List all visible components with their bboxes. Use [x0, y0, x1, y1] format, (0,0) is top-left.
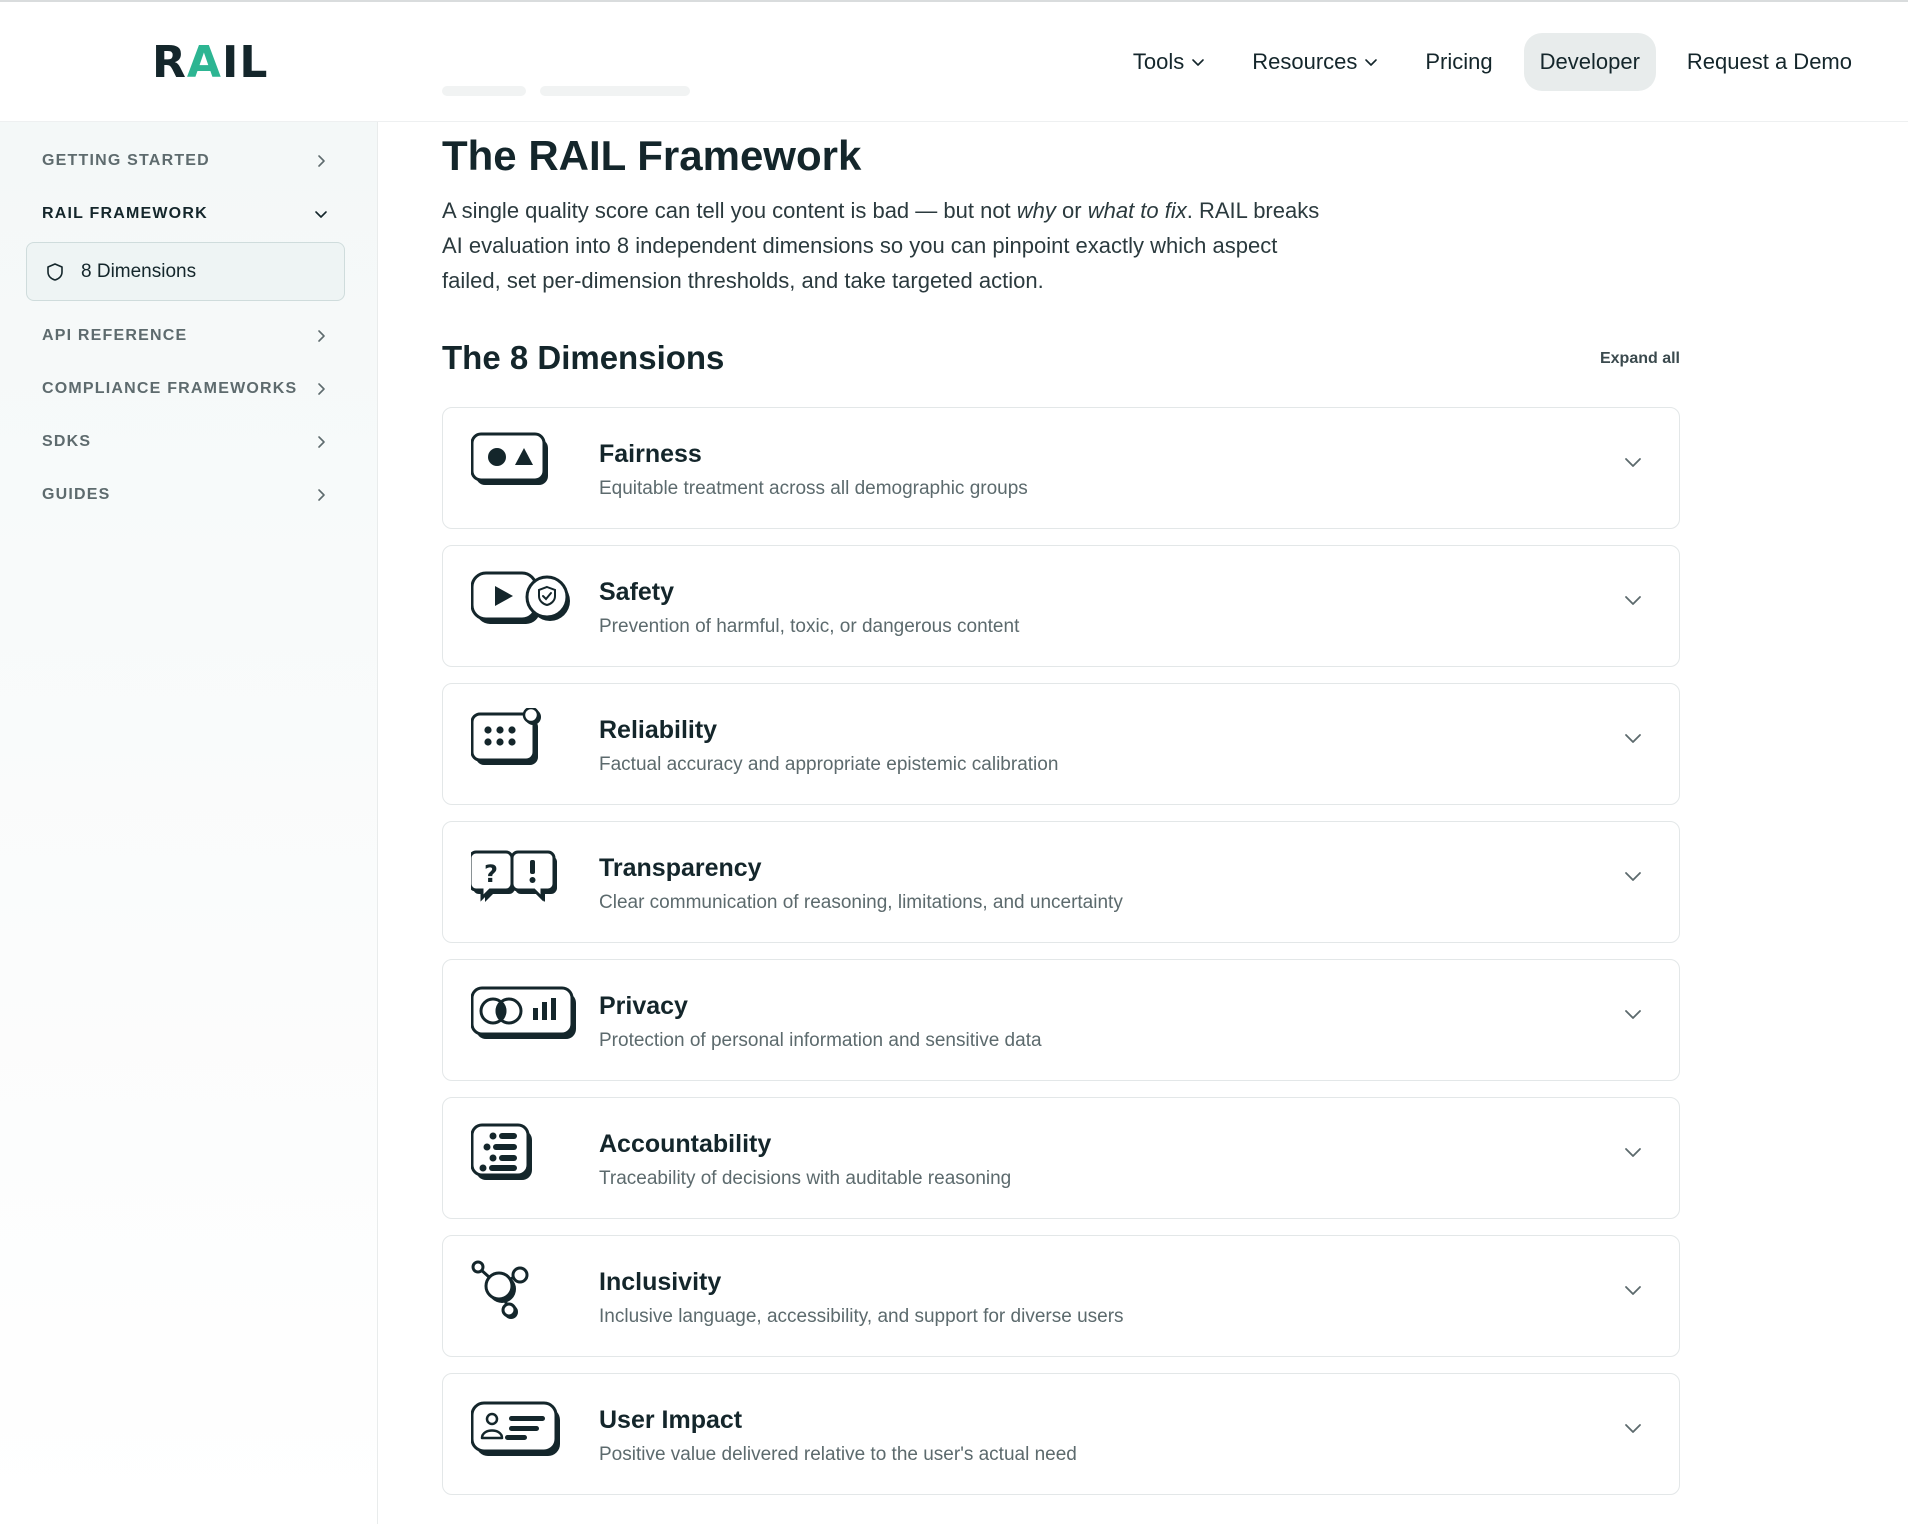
dimension-name: Reliability [599, 716, 718, 744]
dimension-card-accountability[interactable]: Accountability Traceability of decisions… [442, 1097, 1680, 1219]
dimension-card-privacy[interactable]: Privacy Protection of personal informati… [442, 959, 1680, 1081]
docs-sidebar: GETTING STARTED RAIL FRAMEWORK 8 Dimensi… [0, 122, 378, 1524]
nav-tools[interactable]: Tools [1117, 33, 1221, 91]
dimension-card-inclusivity[interactable]: Inclusivity Inclusive language, accessib… [442, 1235, 1680, 1357]
chevron-down-icon [1364, 55, 1378, 69]
sidebar-item-api-reference[interactable]: API REFERENCE [42, 321, 332, 351]
svg-text:?: ? [484, 860, 498, 888]
page-title: The RAIL Framework [442, 132, 862, 179]
chevron-down-icon[interactable] [1621, 450, 1645, 474]
nav-resources[interactable]: Resources [1236, 33, 1394, 91]
faded-breadcrumb [442, 86, 702, 102]
sidebar-item-getting-started[interactable]: GETTING STARTED [42, 146, 332, 176]
chevron-down-icon[interactable] [1621, 1002, 1645, 1026]
chevron-down-icon[interactable] [1621, 1140, 1645, 1164]
chevron-down-icon [314, 207, 328, 221]
dimension-name: Inclusivity [599, 1268, 722, 1296]
dimension-description: Prevention of harmful, toxic, or dangero… [599, 616, 1020, 637]
dimension-card-reliability[interactable]: Reliability Factual accuracy and appropr… [442, 683, 1680, 805]
sidebar-item-compliance-frameworks[interactable]: COMPLIANCE FRAMEWORKS [42, 374, 332, 404]
nav-request-demo[interactable]: Request a Demo [1671, 33, 1868, 91]
dimension-description: Protection of personal information and s… [599, 1030, 1042, 1051]
nav-developer[interactable]: Developer [1523, 33, 1656, 91]
chevron-right-icon [314, 382, 328, 396]
site-header: R A IL Tools Resources Pricing Developer R… [0, 2, 1908, 122]
dimension-description: Clear communication of reasoning, limita… [599, 892, 1123, 913]
chevron-right-icon [314, 435, 328, 449]
dimension-card-user-impact[interactable]: User Impact Positive value delivered rel… [442, 1373, 1680, 1495]
chevron-right-icon [314, 154, 328, 168]
chevron-right-icon [314, 488, 328, 502]
dimension-name: Accountability [599, 1130, 772, 1158]
rail-logo[interactable]: R A IL [152, 41, 268, 85]
expand-all-button[interactable]: Expand all [1600, 348, 1680, 370]
molecule-icon [471, 1260, 581, 1330]
dimension-name: Fairness [599, 440, 702, 468]
dimension-description: Equitable treatment across all demograph… [599, 478, 1028, 499]
dimension-card-fairness[interactable]: Fairness Equitable treatment across all … [442, 407, 1680, 529]
sidebar-item-rail-framework[interactable]: RAIL FRAMEWORK [42, 199, 332, 229]
chevron-down-icon[interactable] [1621, 1278, 1645, 1302]
chevron-down-icon[interactable] [1621, 726, 1645, 750]
dimension-description: Traceability of decisions with auditable… [599, 1168, 1012, 1189]
shield-icon [45, 262, 65, 282]
main-nav: Tools Resources Pricing Developer Reques… [1102, 32, 1868, 92]
user-card-icon [470, 1398, 581, 1468]
dimension-name: Privacy [599, 992, 688, 1020]
keypad-icon [470, 706, 581, 778]
sidebar-item-sdks[interactable]: SDKS [42, 427, 332, 457]
list-icon [470, 1122, 581, 1192]
dimension-name: Safety [599, 578, 675, 606]
chevron-down-icon [1191, 55, 1205, 69]
dimension-name: Transparency [599, 854, 762, 882]
chevron-down-icon[interactable] [1621, 864, 1645, 888]
dimension-card-transparency[interactable]: ? Transparency Clear communication of re… [442, 821, 1680, 943]
play-shield-icon [470, 570, 581, 640]
chevron-down-icon[interactable] [1621, 1416, 1645, 1440]
chevron-right-icon [314, 329, 328, 343]
shapes-icon [470, 432, 581, 502]
section-title: The 8 Dimensions [442, 339, 725, 376]
dimension-description: Inclusive language, accessibility, and s… [599, 1306, 1124, 1327]
chevron-down-icon[interactable] [1621, 588, 1645, 612]
dimension-description: Positive value delivered relative to the… [599, 1444, 1077, 1465]
dimension-name: User Impact [599, 1406, 743, 1434]
eye-chart-icon [470, 984, 581, 1054]
nav-pricing[interactable]: Pricing [1409, 33, 1508, 91]
sidebar-subitem-8-dimensions[interactable]: 8 Dimensions [26, 242, 345, 301]
dimension-description: Factual accuracy and appropriate epistem… [599, 754, 1059, 775]
dimension-card-safety[interactable]: Safety Prevention of harmful, toxic, or … [442, 545, 1680, 667]
intro-paragraph: A single quality score can tell you cont… [442, 198, 1320, 293]
sidebar-item-guides[interactable]: GUIDES [42, 480, 332, 510]
question-exclaim-bubbles-icon: ? [468, 846, 581, 916]
